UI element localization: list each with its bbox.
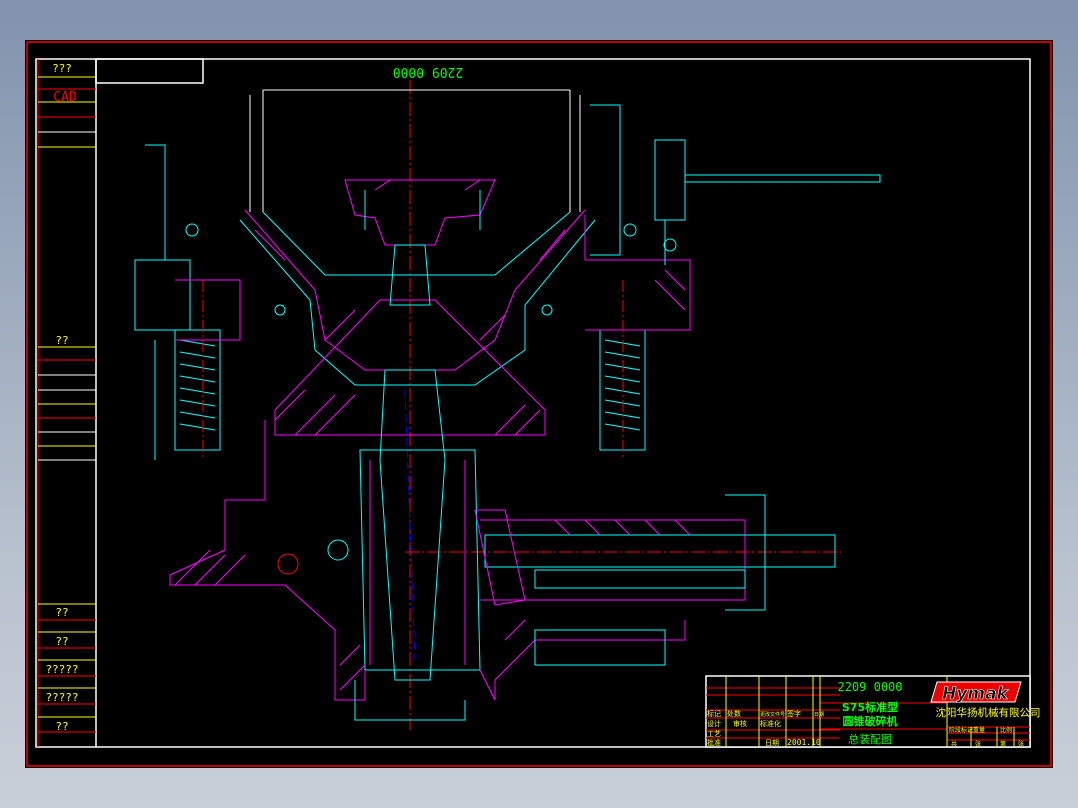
rev-header-mark: 标记 <box>707 709 721 718</box>
side-column-grid <box>38 76 96 733</box>
side-label-3: ?? <box>55 334 68 347</box>
side-label-7: ????? <box>45 691 78 704</box>
rev-header-file: 更改文件号 <box>760 711 785 718</box>
side-label-5: ?? <box>55 635 68 648</box>
mirrored-number-box <box>95 58 204 84</box>
drawing-canvas: ??? CAD ?? ?? ?? ????? ????? ?? 2209 000… <box>26 41 1052 767</box>
company-name: 沈阳华扬机械有限公司 <box>936 706 1041 719</box>
role-process: 工艺 <box>707 730 721 738</box>
role-design: 设计 <box>707 719 721 728</box>
sheet-unit-1: 张 <box>975 740 981 748</box>
scale: 比例 <box>1000 726 1012 734</box>
crusher-assembly-drawing <box>134 80 881 730</box>
role-approve: 批准 <box>707 738 721 747</box>
title-date: 2001.10 <box>787 738 821 747</box>
product-name: 圆锥破碎机 <box>843 714 898 728</box>
side-label-4: ?? <box>55 606 68 619</box>
drawing-frame <box>35 58 1031 748</box>
mirrored-drawing-number: 2209 0000 <box>393 64 463 79</box>
side-label-cad: CAD <box>53 90 77 105</box>
side-label-6: ????? <box>45 663 78 676</box>
sheet-total: 共 <box>951 740 957 748</box>
rev-header-sign: 签字 <box>787 709 801 718</box>
rev-header-count: 处数 <box>727 709 741 718</box>
title-block: 标记 处数 更改文件号 签字 日期 设计 审核 标准化 工艺 批准 日期 200… <box>705 675 1041 748</box>
side-label-1: ??? <box>52 62 72 75</box>
product-model: S75标准型 <box>842 700 898 714</box>
role-date: 日期 <box>765 739 779 747</box>
logo-text: Hymak <box>942 684 1009 704</box>
drawing-number: 2209 0000 <box>837 680 902 694</box>
weight: 重量 <box>973 726 985 734</box>
cad-drawing-sheet[interactable]: ??? CAD ?? ?? ?? ????? ????? ?? 2209 000… <box>25 40 1053 768</box>
sheet-unit-2: 张 <box>1018 740 1024 748</box>
stage-mark: 阶段标记 <box>949 726 973 734</box>
side-label-8: ?? <box>55 720 68 733</box>
role-review: 审核 <box>733 719 747 728</box>
drawing-title: 总装配图 <box>848 732 892 746</box>
company-logo: Hymak <box>930 681 1022 704</box>
rev-header-date: 日期 <box>814 712 824 718</box>
sheet-no: 第 <box>1000 740 1006 748</box>
role-standard: 标准化 <box>760 719 781 728</box>
